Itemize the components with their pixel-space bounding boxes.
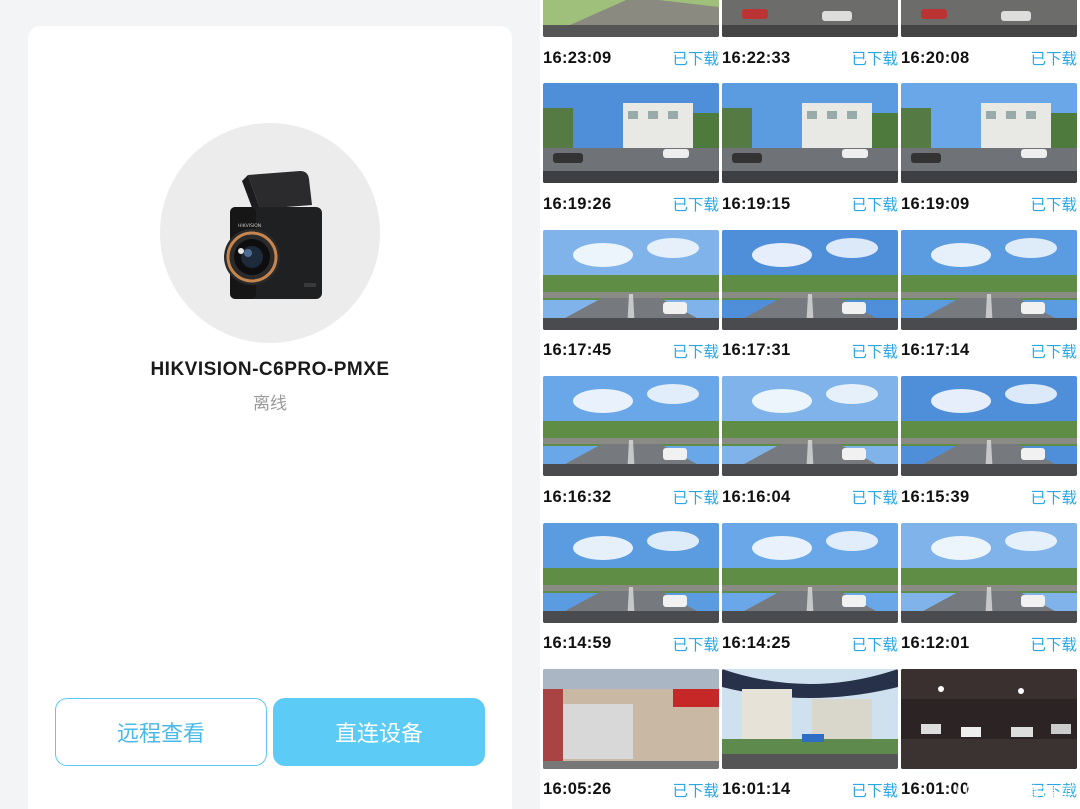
dashcam-icon: HIKVISION	[224, 171, 322, 299]
video-item[interactable]: 16:17:31 已下载	[722, 229, 898, 376]
video-time: 16:01:14	[722, 780, 791, 799]
video-meta: 16:01:14 已下载	[722, 779, 898, 801]
video-thumbnail[interactable]	[901, 522, 1077, 623]
video-item[interactable]: 16:14:25 已下载	[722, 522, 898, 669]
video-thumbnail[interactable]	[543, 376, 719, 477]
download-status: 已下载	[1030, 635, 1077, 654]
video-item[interactable]: 16:17:14 已下载	[901, 229, 1077, 376]
video-meta: 16:22:33 已下载	[722, 47, 898, 69]
video-thumbnail[interactable]	[722, 0, 898, 37]
video-thumbnail[interactable]	[722, 376, 898, 477]
video-item[interactable]: 16:19:15 已下载	[722, 83, 898, 229]
video-meta: 16:17:14 已下载	[901, 340, 1077, 362]
video-thumbnail[interactable]	[901, 376, 1077, 477]
video-item[interactable]: 16:22:33 已下载	[722, 0, 898, 83]
download-status: 已下载	[672, 196, 719, 215]
video-time: 16:20:08	[901, 48, 970, 67]
video-thumbnail[interactable]	[722, 668, 898, 769]
video-meta: 16:23:09 已下载	[543, 47, 719, 69]
download-status: 已下载	[672, 342, 719, 361]
video-meta: 16:15:39 已下载	[901, 486, 1077, 508]
download-status: 已下载	[851, 781, 898, 800]
video-thumbnail[interactable]	[543, 668, 719, 769]
video-meta: 16:14:59 已下载	[543, 633, 719, 655]
video-item[interactable]: 16:23:09 已下载	[543, 0, 719, 83]
video-time: 16:23:09	[543, 48, 612, 67]
download-status: 已下载	[1030, 489, 1077, 508]
download-status: 已下载	[851, 635, 898, 654]
video-meta: 16:19:09 已下载	[901, 193, 1077, 215]
video-thumbnail[interactable]	[901, 229, 1077, 330]
video-time: 16:14:25	[722, 634, 791, 653]
device-name: HIKVISION-C6PRO-PMXE	[150, 359, 390, 380]
video-time: 16:17:31	[722, 341, 791, 360]
video-thumbnail[interactable]	[543, 522, 719, 623]
video-meta: 16:05:26 已下载	[543, 779, 719, 801]
video-thumbnail[interactable]	[543, 83, 719, 184]
watermark: 值 什么值得买	[957, 777, 1074, 805]
video-time: 16:19:26	[543, 194, 612, 213]
download-status: 已下载	[1030, 342, 1077, 361]
video-thumbnail[interactable]	[901, 83, 1077, 184]
video-meta: 16:19:15 已下载	[722, 193, 898, 215]
watermark-text: 什么值得买	[989, 783, 1074, 804]
video-thumbnail[interactable]	[722, 83, 898, 184]
video-thumbnail[interactable]	[901, 668, 1077, 769]
download-status: 已下载	[851, 342, 898, 361]
video-meta: 16:16:04 已下载	[722, 486, 898, 508]
video-item[interactable]: 16:01:14 已下载	[722, 668, 898, 809]
direct-connect-button[interactable]: 直连设备	[273, 698, 485, 766]
device-card: HIKVISION HIKVISION-C6PRO-PMXE 离线 远程查看 直…	[28, 26, 512, 809]
remote-view-button[interactable]: 远程查看	[55, 698, 267, 766]
video-meta: 16:19:26 已下载	[543, 193, 719, 215]
video-time: 16:16:32	[543, 487, 612, 506]
download-status: 已下载	[672, 50, 719, 68]
download-status: 已下载	[672, 489, 719, 508]
video-meta: 16:20:08 已下载	[901, 47, 1077, 69]
video-thumbnail[interactable]	[722, 522, 898, 623]
video-time: 16:15:39	[901, 487, 970, 506]
video-meta: 16:12:01 已下载	[901, 633, 1077, 655]
video-item[interactable]: 16:16:32 已下载	[543, 376, 719, 522]
video-time: 16:19:15	[722, 194, 791, 213]
video-time: 16:17:14	[901, 341, 970, 360]
video-list: 16:23:09 已下载 16:22:33 已下载 16:20:08 已下载 16:1…	[543, 0, 1080, 809]
video-item[interactable]: 16:14:59 已下载	[543, 522, 719, 669]
video-thumbnail[interactable]	[901, 0, 1077, 37]
video-time: 16:14:59	[543, 634, 612, 653]
video-thumbnail[interactable]	[722, 229, 898, 330]
download-status: 已下载	[851, 50, 898, 68]
video-item[interactable]: 16:19:09 已下载	[901, 83, 1077, 229]
device-brand-mark: HIKVISION	[238, 223, 261, 229]
video-meta: 16:17:45 已下载	[543, 340, 719, 362]
video-item[interactable]: 16:19:26 已下载	[543, 83, 719, 229]
video-item[interactable]: 16:15:39 已下载	[901, 376, 1077, 522]
video-thumbnail[interactable]	[543, 0, 719, 37]
device-image: HIKVISION	[160, 123, 380, 343]
video-item[interactable]: 16:05:26 已下载	[543, 668, 719, 809]
video-time: 16:16:04	[722, 487, 791, 506]
video-grid: 16:23:09 已下载 16:22:33 已下载 16:20:08 已下载 16:1…	[540, 0, 1080, 809]
download-status: 已下载	[1030, 196, 1077, 215]
video-meta: 16:17:31 已下载	[722, 340, 898, 362]
video-item[interactable]: 16:16:04 已下载	[722, 376, 898, 522]
download-status: 已下载	[672, 635, 719, 654]
video-item[interactable]: 16:17:45 已下载	[543, 229, 719, 376]
video-time: 16:19:09	[901, 194, 970, 213]
download-status: 已下载	[672, 781, 719, 800]
device-status: 离线	[253, 394, 287, 414]
video-time: 16:12:01	[901, 634, 970, 653]
video-meta: 16:16:32 已下载	[543, 486, 719, 508]
download-status: 已下载	[1030, 50, 1077, 68]
download-status: 已下载	[851, 489, 898, 508]
video-time: 16:17:45	[543, 341, 612, 360]
video-item[interactable]: 16:12:01 已下载	[901, 522, 1077, 669]
watermark-logo-icon: 值	[957, 777, 985, 805]
video-thumbnail[interactable]	[543, 229, 719, 330]
download-status: 已下载	[851, 196, 898, 215]
video-time: 16:05:26	[543, 780, 612, 799]
video-time: 16:22:33	[722, 48, 791, 67]
video-meta: 16:14:25 已下载	[722, 633, 898, 655]
video-item[interactable]: 16:20:08 已下载	[901, 0, 1077, 83]
